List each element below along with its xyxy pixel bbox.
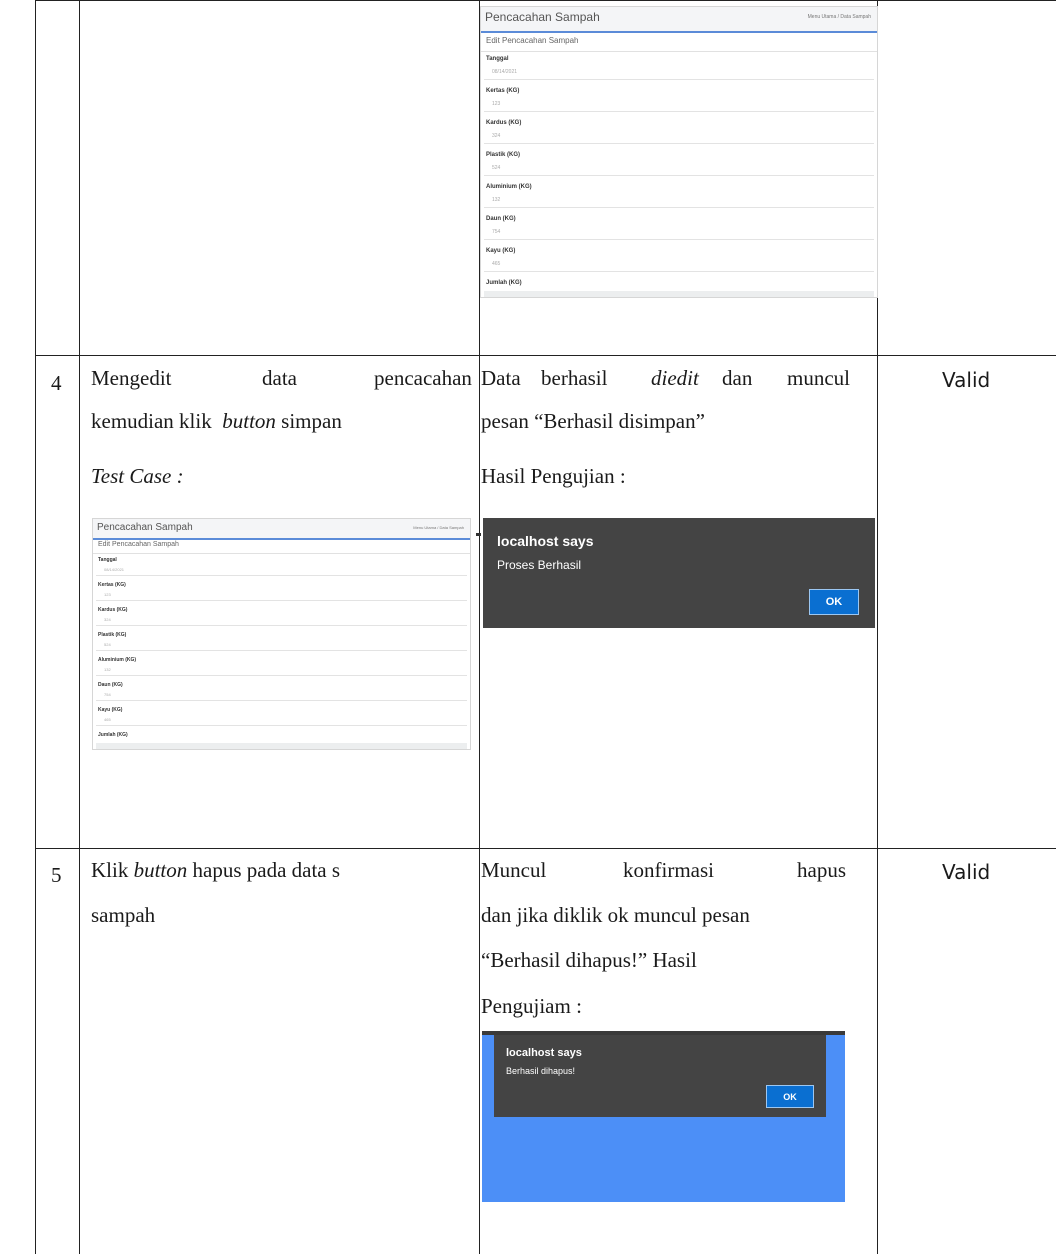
app-header: Pencacahan Sampah Menu Utama / Data Samp… (481, 7, 877, 33)
field-label-kertas: Kertas (KG) (98, 582, 126, 588)
field-input-kertas[interactable]: 123 (96, 589, 467, 601)
field-label-kertas: Kertas (KG) (486, 88, 520, 94)
field-label-tanggal: Tanggal (98, 557, 117, 563)
field-input-jumlah[interactable] (96, 743, 467, 749)
row4-status: Valid (942, 368, 991, 392)
alert-dialog-row5: localhost says Berhasil dihapus! OK (494, 1035, 826, 1117)
row4-result-line2: pesan “Berhasil disimpan” (481, 409, 705, 433)
field-label-jumlah: Jumlah (KG) (486, 280, 522, 286)
row4-number: 4 (51, 371, 62, 395)
field-label-aluminium: Aluminium (KG) (486, 184, 532, 190)
dialog-title: localhost says (506, 1047, 582, 1059)
field-label-tanggal: Tanggal (486, 56, 509, 62)
field-input-plastik[interactable]: 524 (484, 161, 874, 176)
alert-dialog-row4: localhost says Proses Berhasil OK (483, 518, 875, 628)
row5-result-line3: “Berhasil dihapus!” Hasil (481, 948, 697, 972)
ok-button[interactable]: OK (809, 589, 859, 615)
row4-result-word2: berhasil (541, 366, 608, 390)
row4-result-line3: Hasil Pengujian : (481, 464, 626, 488)
row4-test-case-label: Test Case : (91, 464, 184, 488)
ok-button[interactable]: OK (766, 1085, 814, 1108)
row5-number: 5 (51, 863, 62, 887)
field-input-kayu[interactable]: 465 (484, 257, 874, 272)
row5-result-word2: konfirmasi (623, 858, 714, 882)
row5-step-line2: sampah (91, 903, 156, 927)
form-subtitle: Edit Pencacahan Sampah (486, 36, 579, 45)
row5-status: Valid (942, 860, 991, 884)
app-screenshot-top: Pencacahan Sampah Menu Utama / Data Samp… (480, 6, 878, 298)
field-label-jumlah: Jumlah (KG) (98, 732, 128, 738)
app-screenshot-row4: Pencacahan Sampah Menu Utama / Data Samp… (92, 518, 471, 750)
field-label-kardus: Kardus (KG) (486, 120, 522, 126)
row5-result-line2: dan jika diklik ok muncul pesan (481, 903, 750, 927)
field-input-jumlah[interactable] (484, 291, 874, 297)
row4-step-word3: pencacahan (374, 366, 472, 390)
row4-step-word2: data (262, 366, 297, 390)
field-label-daun: Daun (KG) (98, 682, 123, 688)
dialog-message: Berhasil dihapus! (506, 1066, 576, 1076)
field-label-daun: Daun (KG) (486, 216, 516, 222)
row4-result-word5: muncul (787, 366, 850, 390)
field-input-kardus[interactable]: 324 (484, 129, 874, 144)
breadcrumb[interactable]: Menu Utama / Data Sampah (413, 525, 464, 530)
field-input-tanggal[interactable]: 08/14/2021 (484, 65, 874, 80)
field-input-tanggal[interactable]: 08/14/2021 (96, 564, 467, 576)
field-label-aluminium: Aluminium (KG) (98, 657, 137, 663)
app-header: Pencacahan Sampah Menu Utama / Data Samp… (93, 519, 470, 540)
row4-step-line2: kemudian klik button simpan (91, 409, 342, 433)
row4-result-word1: Data (481, 366, 521, 390)
field-input-kayu[interactable]: 465 (96, 714, 467, 726)
app-title: Pencacahan Sampah (485, 10, 600, 24)
row5-result-word3: hapus (797, 858, 846, 882)
form-subtitle: Edit Pencacahan Sampah (98, 541, 179, 548)
breadcrumb[interactable]: Menu Utama / Data Sampah (808, 14, 871, 20)
dialog-title: localhost says (497, 533, 594, 549)
field-input-kertas[interactable]: 123 (484, 97, 874, 112)
field-input-daun[interactable]: 754 (484, 225, 874, 240)
field-input-plastik[interactable]: 524 (96, 639, 467, 651)
row5-result-word1: Muncul (481, 858, 547, 882)
field-input-aluminium[interactable]: 132 (96, 664, 467, 676)
row4-result-word4: dan (722, 366, 753, 390)
field-input-daun[interactable]: 754 (96, 689, 467, 701)
app-title: Pencacahan Sampah (97, 522, 193, 533)
row5-step-line1: Klik button hapus pada data s (91, 858, 341, 882)
field-label-kayu: Kayu (KG) (98, 707, 123, 713)
field-input-aluminium[interactable]: 132 (484, 193, 874, 208)
row4-result-word3: diedit (651, 366, 699, 390)
field-label-plastik: Plastik (KG) (486, 152, 521, 158)
row5-result-line4: Pengujiam : (481, 994, 582, 1018)
field-label-kayu: Kayu (KG) (486, 248, 516, 254)
field-label-plastik: Plastik (KG) (98, 632, 127, 638)
row4-step-word1: Mengedit (91, 366, 172, 390)
field-label-kardus: Kardus (KG) (98, 607, 128, 613)
dialog-message: Proses Berhasil (497, 558, 582, 572)
field-input-kardus[interactable]: 324 (96, 614, 467, 626)
